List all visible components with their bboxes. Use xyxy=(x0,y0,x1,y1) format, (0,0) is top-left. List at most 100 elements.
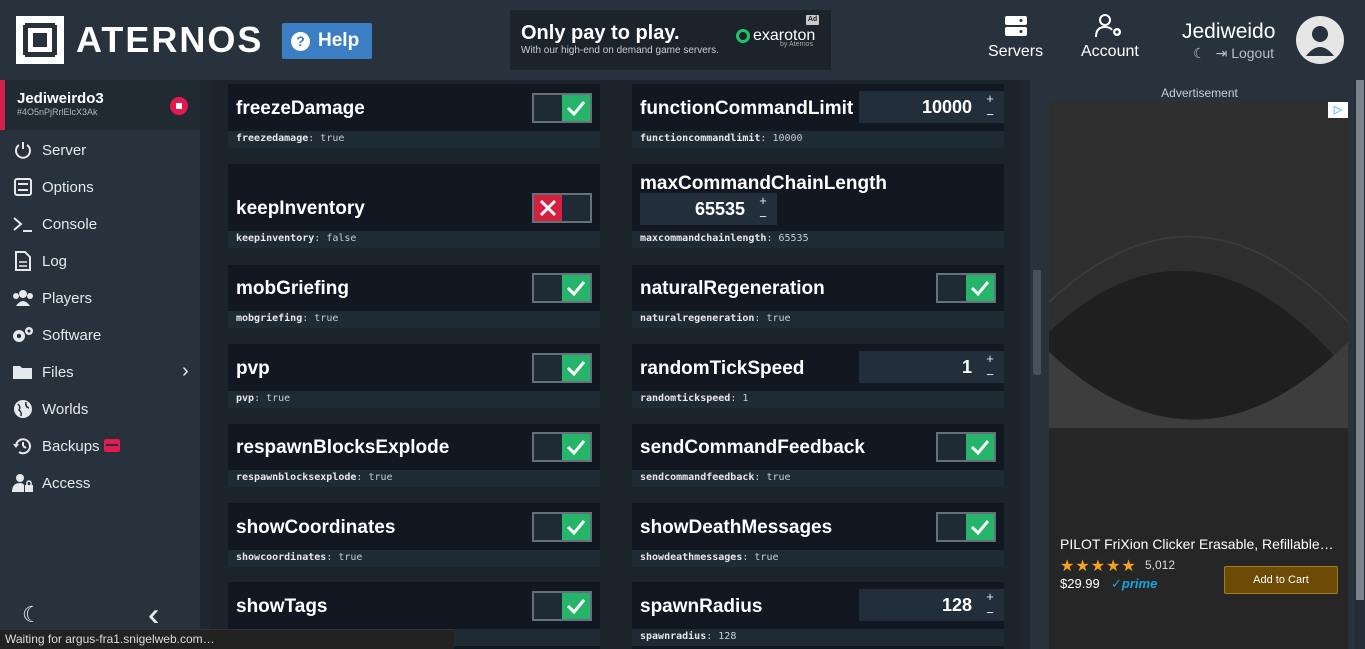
toggle-naturalregeneration[interactable] xyxy=(936,273,996,303)
option-key: respawnblocksexplode xyxy=(236,472,357,483)
rating-count: 5,012 xyxy=(1145,558,1176,572)
ad-product-image[interactable] xyxy=(1049,102,1348,428)
decrement-button[interactable]: − xyxy=(757,210,769,224)
option-title: spawnRadius xyxy=(640,596,763,617)
sidebar-item-software[interactable]: Software xyxy=(12,323,197,347)
chevron-right-icon: › xyxy=(182,360,189,382)
check-icon xyxy=(562,95,590,121)
scrollbar-thumb[interactable] xyxy=(1033,270,1041,375)
option-current-value: false xyxy=(326,233,357,244)
toggle-mobgriefing[interactable] xyxy=(532,273,592,303)
ad-headline: Only pay to play. xyxy=(521,22,680,44)
check-icon xyxy=(562,593,590,619)
option-card-freezedamage: freezeDamage freezedamage: true xyxy=(228,84,600,148)
number-value[interactable]: 1 xyxy=(962,357,972,378)
option-key-line: randomtickspeed: 1 xyxy=(632,391,1004,408)
check-icon xyxy=(562,275,590,301)
nav-servers-label: Servers xyxy=(988,43,1044,60)
nav-account[interactable]: Account xyxy=(1081,14,1139,61)
backup-disk-icon xyxy=(104,439,120,452)
moon-icon[interactable]: ☾ xyxy=(1193,45,1206,62)
toggle-sendcommandfeedback[interactable] xyxy=(936,432,996,462)
toggle-showdeathmessages[interactable] xyxy=(936,512,996,542)
number-value[interactable]: 128 xyxy=(942,595,972,616)
users-icon xyxy=(12,288,34,308)
avatar[interactable] xyxy=(1296,16,1344,64)
option-title: showDeathMessages xyxy=(640,517,833,538)
help-button[interactable]: ? Help xyxy=(282,23,372,59)
toggle-pvp[interactable] xyxy=(532,353,592,383)
option-title: functionCommandLimit xyxy=(640,98,854,119)
number-input-randomtickspeed[interactable]: 1 + − xyxy=(859,351,1004,383)
increment-button[interactable]: + xyxy=(984,590,996,604)
option-key: freezedamage xyxy=(236,133,309,144)
option-key-line: functioncommandlimit: 10000 xyxy=(632,131,1004,148)
add-to-cart-button[interactable]: Add to Cart xyxy=(1224,566,1338,594)
file-icon xyxy=(12,251,34,271)
decrement-button[interactable]: − xyxy=(984,368,996,382)
adchoices-icon[interactable]: ▷ xyxy=(1328,102,1348,118)
ad-subline: With our high-end on demand game servers… xyxy=(521,45,719,56)
sidebar-item-backups[interactable]: Backups xyxy=(12,434,197,458)
toggle-keepinventory[interactable] xyxy=(532,193,592,223)
option-current-value: 1 xyxy=(742,393,749,404)
option-title: showCoordinates xyxy=(236,517,396,538)
sidebar-item-label: Server xyxy=(42,141,87,159)
number-input-functioncommandlimit[interactable]: 10000 + − xyxy=(859,91,1004,123)
page-scrollbar[interactable] xyxy=(1355,80,1365,649)
toggle-respawnblocksexplode[interactable] xyxy=(532,432,592,462)
decrement-button[interactable]: − xyxy=(984,108,996,122)
sidebar-item-console[interactable]: Console xyxy=(12,212,197,236)
dark-mode-icon[interactable]: ☾ xyxy=(22,602,42,628)
page-scrollbar-thumb[interactable] xyxy=(1356,80,1364,600)
folder-icon xyxy=(12,362,34,382)
increment-button[interactable]: + xyxy=(984,92,996,106)
sidebar-item-server[interactable]: Server xyxy=(12,138,197,162)
toggle-showtags[interactable] xyxy=(532,591,592,621)
gears-icon xyxy=(12,325,34,345)
sidebar-item-players[interactable]: Players xyxy=(12,286,197,310)
check-icon xyxy=(562,514,590,540)
content-scrollbar[interactable] xyxy=(1030,80,1044,649)
toggle-freezedamage[interactable] xyxy=(532,93,592,123)
option-current-value: true xyxy=(368,472,393,483)
logout-link[interactable]: ⇥ Logout xyxy=(1216,45,1274,62)
user-lock-icon xyxy=(12,473,34,493)
user-icon xyxy=(1306,26,1334,56)
option-key: functioncommandlimit xyxy=(640,133,761,144)
option-key: maxcommandchainlength xyxy=(640,233,767,244)
increment-button[interactable]: + xyxy=(984,352,996,366)
sidebar-item-files[interactable]: Files › xyxy=(12,360,197,384)
option-key-line: respawnblocksexplode: true xyxy=(228,470,600,487)
server-name: Jediweirdo3 xyxy=(17,90,104,107)
number-input-maxcommandchainlength[interactable]: 65535 + − xyxy=(640,193,777,225)
ad-banner[interactable]: Only pay to play. With our high-end on d… xyxy=(510,10,831,70)
sidebar-item-log[interactable]: Log xyxy=(12,249,197,273)
sidebar-item-label: Log xyxy=(42,252,68,270)
server-id: #4O5nPjRrlElcX3Ak xyxy=(17,107,98,117)
server-card[interactable]: Jediweirdo3 #4O5nPjRrlElcX3Ak xyxy=(0,80,200,130)
option-key: randomtickspeed xyxy=(640,393,731,404)
number-input-spawnradius[interactable]: 128 + − xyxy=(859,589,1004,621)
option-card-naturalregeneration: naturalRegeneration naturalregeneration: … xyxy=(632,265,1004,328)
nav-servers[interactable]: Servers xyxy=(988,14,1043,61)
sidebar-item-label: Files xyxy=(42,363,74,381)
options-panel: freezeDamage freezedamage: true functionCo… xyxy=(210,80,1022,649)
sidebar-item-options[interactable]: Options xyxy=(12,175,197,199)
sidebar-item-worlds[interactable]: Worlds xyxy=(12,397,197,421)
decrement-button[interactable]: − xyxy=(984,606,996,620)
ad-product-name[interactable]: PILOT FriXion Clicker Erasable, Refillab… xyxy=(1060,536,1342,552)
collapse-sidebar-icon[interactable]: ‹‹ xyxy=(148,596,162,633)
number-value[interactable]: 10000 xyxy=(922,97,972,118)
option-card-mobgriefing: mobGriefing mobgriefing: true xyxy=(228,265,600,328)
toggle-showcoordinates[interactable] xyxy=(532,512,592,542)
option-title: showTags xyxy=(236,596,328,617)
option-current-value: true xyxy=(766,472,791,483)
number-value[interactable]: 65535 xyxy=(695,199,745,220)
aternos-logo[interactable]: ATERNOS xyxy=(16,16,263,64)
check-icon xyxy=(966,434,994,460)
sidebar-item-access[interactable]: Access xyxy=(12,471,197,495)
option-key-line: freezedamage: true xyxy=(228,131,600,148)
increment-button[interactable]: + xyxy=(757,194,769,208)
ad-frame[interactable]: ▷ PILOT FriXion Clicker Erasable, Refill… xyxy=(1049,102,1348,649)
